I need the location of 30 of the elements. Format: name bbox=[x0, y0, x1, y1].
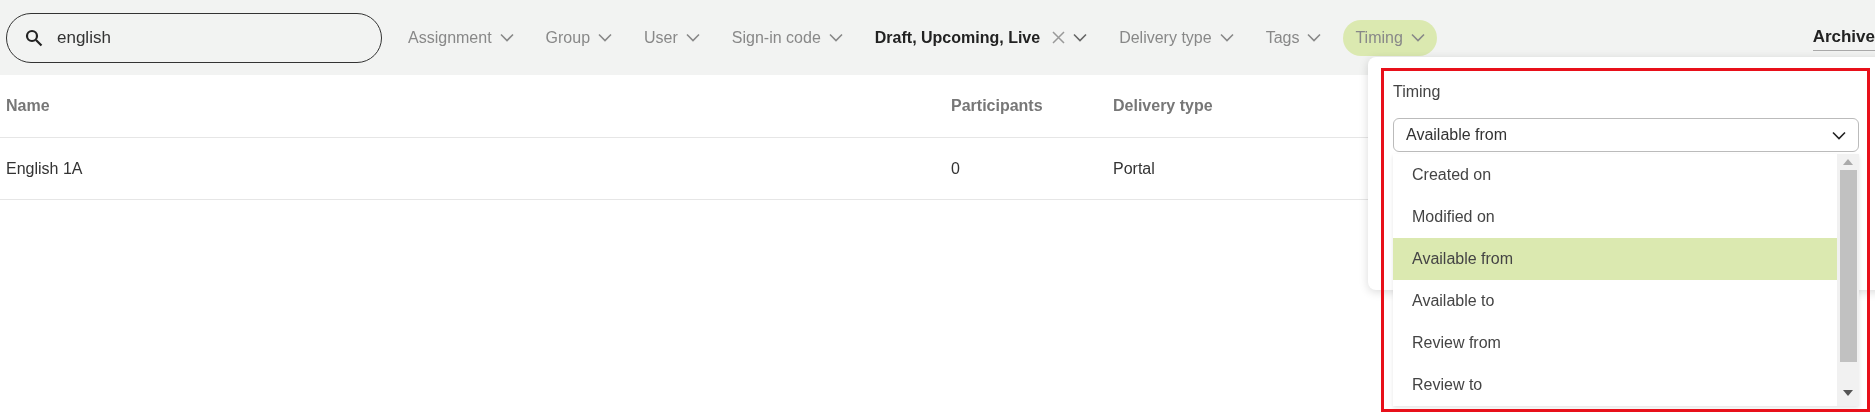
close-icon[interactable] bbox=[1052, 31, 1066, 44]
chevron-down-icon bbox=[1307, 33, 1322, 42]
column-header: Participants bbox=[951, 97, 1043, 114]
table-cell: 0 bbox=[951, 159, 960, 177]
scroll-down-icon[interactable] bbox=[1843, 390, 1853, 396]
search-field[interactable]: english bbox=[6, 12, 382, 63]
chevron-down-icon bbox=[1219, 33, 1234, 42]
option-item[interactable]: Review to bbox=[1393, 364, 1837, 406]
chevron-down-icon bbox=[499, 33, 514, 42]
scrollbar-thumb[interactable] bbox=[1839, 170, 1857, 362]
chevron-down-icon bbox=[1410, 33, 1425, 42]
archive-link[interactable]: Archive bbox=[1812, 23, 1875, 52]
search-input[interactable]: english bbox=[57, 24, 357, 51]
chevron-down-icon bbox=[1073, 33, 1088, 42]
chevron-down-icon bbox=[685, 33, 700, 42]
column-header: Name bbox=[6, 97, 50, 114]
scrollbar[interactable] bbox=[1837, 154, 1859, 406]
filter-dropdown[interactable]: Draft, Upcoming, Live bbox=[864, 19, 1098, 56]
table-cell: Portal bbox=[1113, 159, 1155, 177]
chevron-down-icon bbox=[598, 33, 613, 42]
dropdown-label: Timing bbox=[1393, 82, 1441, 102]
table-cell: English 1A bbox=[6, 159, 83, 177]
column-header: Delivery type bbox=[1113, 97, 1213, 114]
chevron-down-icon bbox=[1832, 130, 1846, 140]
search-icon bbox=[25, 28, 43, 47]
chevron-down-icon bbox=[828, 33, 843, 42]
option-item[interactable]: Created on bbox=[1393, 154, 1837, 196]
option-item[interactable]: Available from bbox=[1393, 238, 1837, 280]
select-field[interactable]: Available from bbox=[1393, 118, 1859, 152]
scroll-up-icon[interactable] bbox=[1843, 159, 1853, 165]
